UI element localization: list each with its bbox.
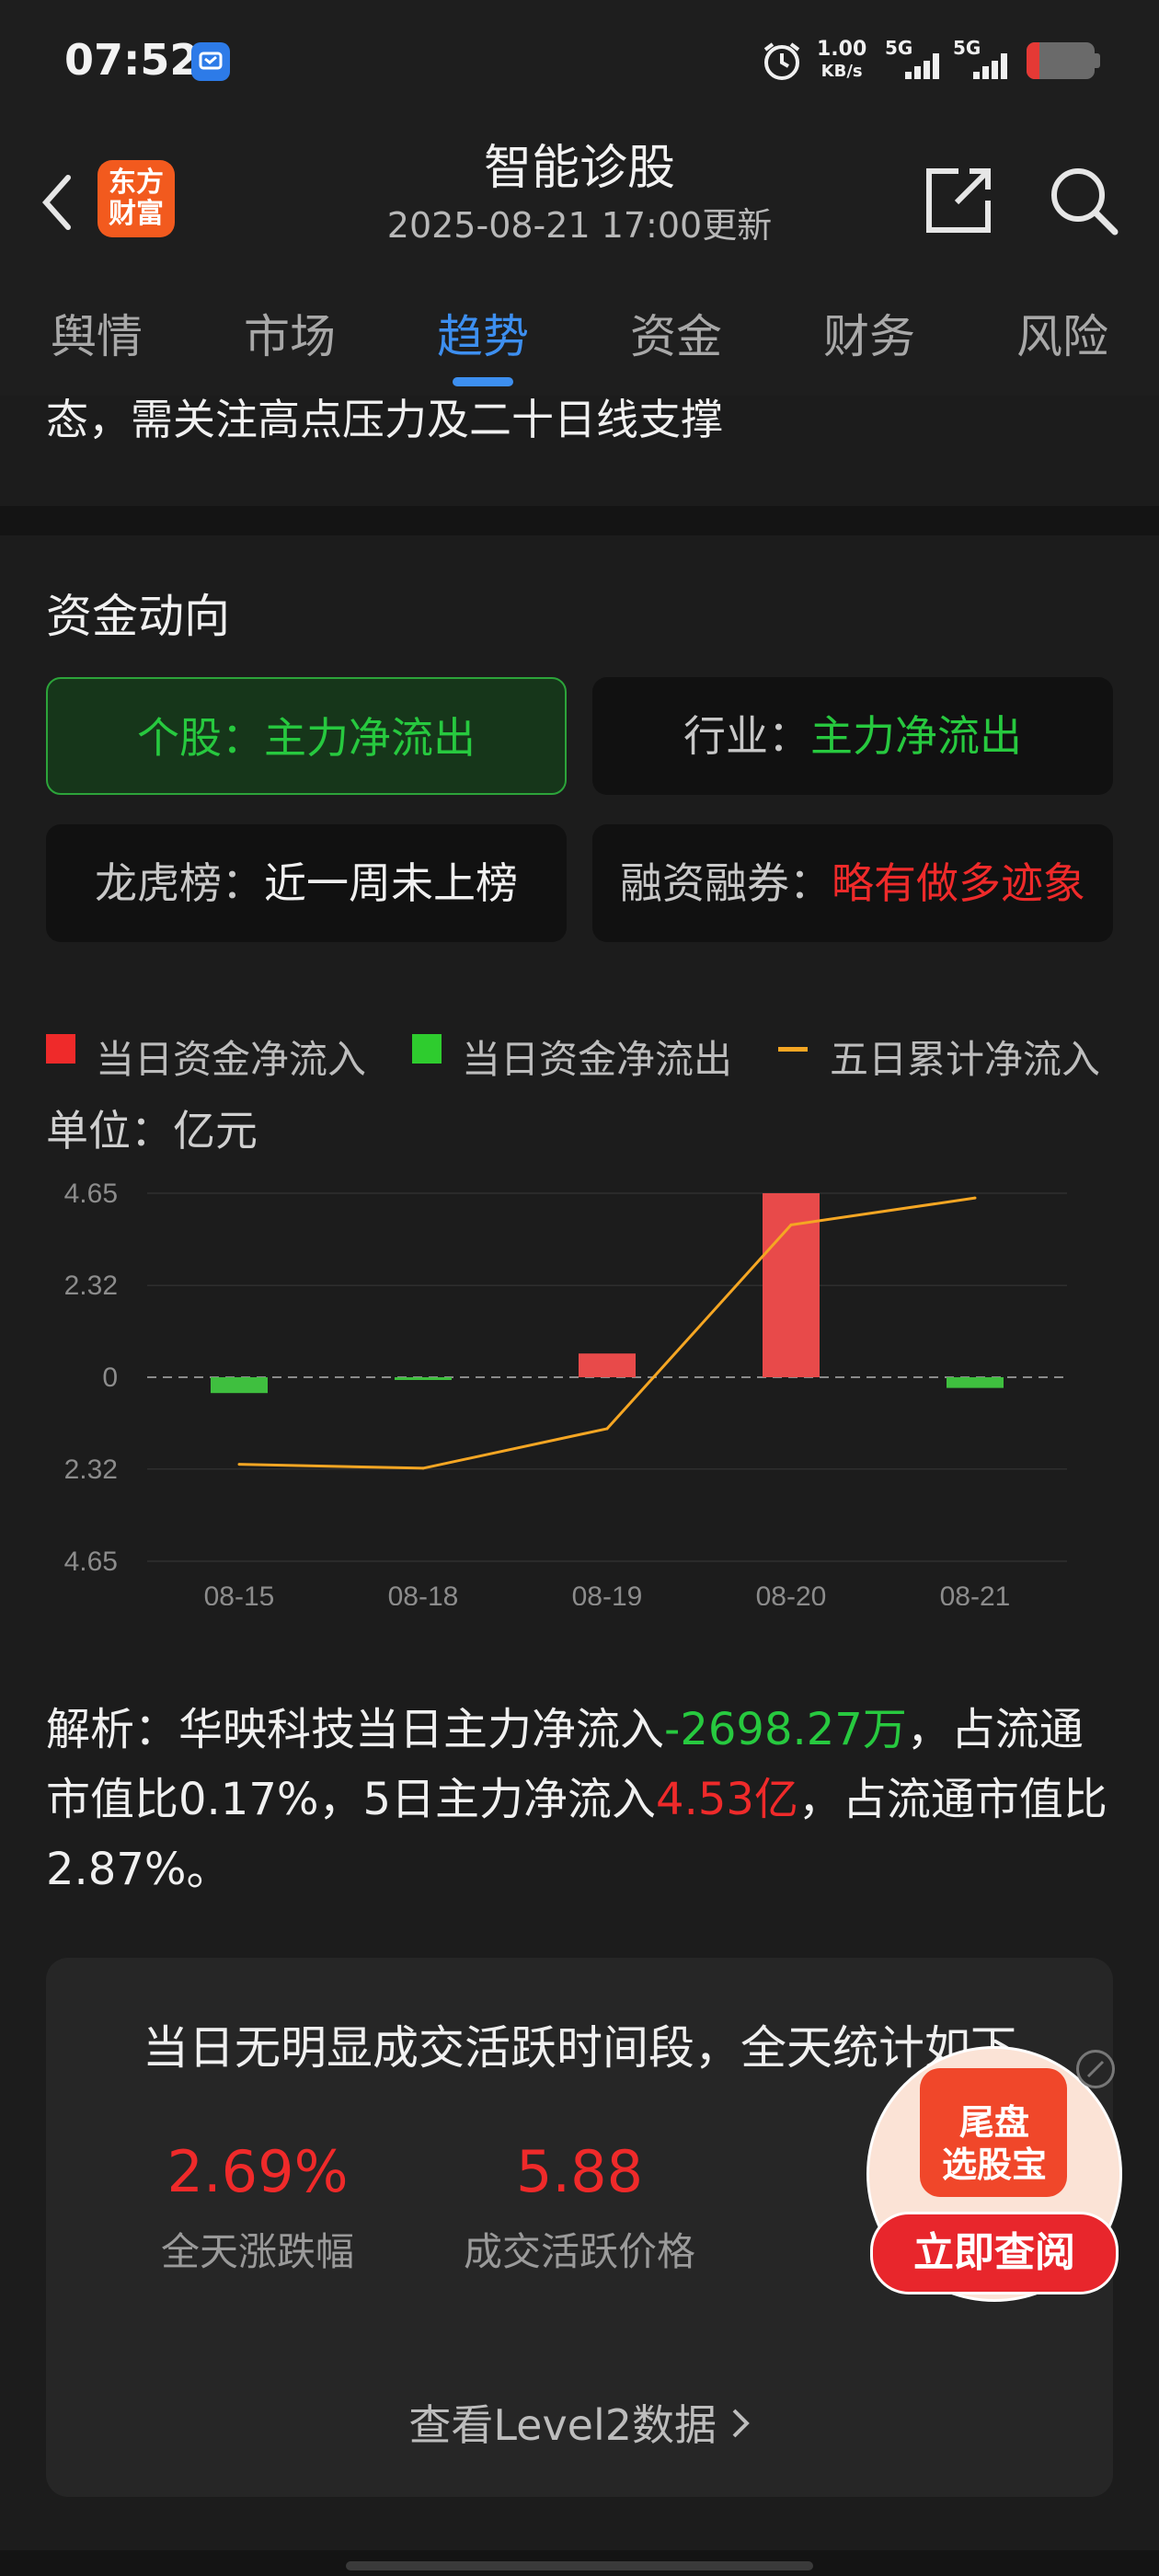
chevron-right-icon [730, 2400, 751, 2450]
promo-title-line: 尾盘 [958, 2102, 1029, 2143]
share-icon[interactable] [920, 162, 997, 243]
industry-flow-label: 行业： [683, 711, 810, 761]
status-time: 07:52 [64, 35, 200, 85]
analysis-prefix: 解析：华映科技当日主力净流入 [46, 1704, 665, 1755]
tab-risk[interactable]: 风险 [966, 300, 1159, 366]
margin-trading-label: 融资融券： [620, 858, 832, 908]
tab-trend[interactable]: 趋势 [386, 300, 580, 366]
tab-finance[interactable]: 财务 [773, 300, 966, 366]
bar-08-15 [211, 1377, 268, 1394]
analysis-five-day-value: 4.53亿 [656, 1774, 798, 1825]
legend-inflow-swatch [46, 1034, 75, 1064]
legend-outflow: 当日资金净流出 [462, 1037, 733, 1082]
x-tick-label: 08-21 [940, 1581, 1011, 1605]
logo-line: 东方 [109, 167, 164, 199]
app-logo: 东方 财富 [98, 160, 175, 237]
legend-inflow: 当日资金净流入 [96, 1037, 367, 1082]
net-speed-value: 1.00 [817, 38, 867, 61]
industry-flow-box[interactable]: 行业：主力净流出 [592, 677, 1113, 795]
dragon-tiger-value: 近一周未上榜 [264, 858, 518, 908]
dragon-tiger-box[interactable]: 龙虎榜：近一周未上榜 [46, 824, 567, 942]
cumulative-point [421, 1466, 425, 1470]
analysis-today-value: -2698.27万 [664, 1704, 907, 1755]
industry-flow-value: 主力净流出 [810, 711, 1022, 761]
page-subtitle: 2025-08-21 17:00更新 [386, 205, 773, 246]
stock-flow-value: 主力净流出 [264, 713, 476, 763]
level2-link[interactable]: 查看Level2数据 [46, 2392, 1113, 2453]
dragon-tiger-label: 龙虎榜： [95, 858, 264, 908]
promo-title: 尾盘 选股宝 [916, 2101, 1073, 2186]
trend-text: 态，需关注高点压力及二十日线支撑 [46, 395, 723, 444]
fund-flow-chart: 4.65 2.32 0 -2.32 -4.65 08-15 08-18 08-19 08-20 0… [64, 1179, 1067, 1605]
page-title: 智能诊股 [483, 141, 675, 196]
legend-cumulative-swatch [778, 1047, 808, 1052]
home-indicator [346, 2561, 813, 2570]
notification-app-icon [191, 42, 230, 81]
y-tick-label: -4.65 [64, 1547, 118, 1577]
section-title: 资金动向 [46, 590, 230, 643]
chevron-left-icon[interactable] [37, 170, 77, 238]
bar-08-19 [579, 1353, 636, 1377]
cumulative-point [605, 1427, 609, 1431]
margin-trading-value: 略有做多迹象 [832, 858, 1085, 908]
tab-funds[interactable]: 资金 [580, 300, 773, 366]
stat-value-price: 5.88 [515, 2138, 644, 2205]
level2-link-label: 查看Level2数据 [408, 2400, 717, 2450]
analysis-text: 解析：华映科技当日主力净流入-2698.27万，占流通市值比0.17%，5日主力… [46, 1695, 1122, 1904]
x-tick-label: 08-20 [756, 1581, 827, 1605]
legend-cumulative: 五日累计净流入 [830, 1037, 1101, 1082]
legend-outflow-swatch [412, 1034, 442, 1064]
network-speed: 1.00 KB/s [817, 39, 866, 83]
battery-tip [1095, 53, 1100, 68]
promo-button[interactable]: 立即查阅 [870, 2212, 1119, 2294]
tab-sentiment[interactable]: 舆情 [0, 300, 193, 366]
y-tick-label: 0 [102, 1363, 118, 1393]
bar-08-21 [947, 1377, 1004, 1388]
stat-label-price: 成交活跃价格 [463, 2229, 695, 2274]
logo-line: 财富 [109, 198, 164, 230]
x-tick-label: 08-18 [388, 1581, 459, 1605]
cumulative-point [973, 1196, 977, 1200]
tab-indicator [453, 377, 513, 386]
y-tick-label: -2.32 [64, 1455, 118, 1485]
unit-label: 单位：亿元 [46, 1106, 258, 1156]
tab-market[interactable]: 市场 [193, 300, 386, 366]
bar-08-18 [395, 1377, 452, 1380]
cumulative-point [237, 1463, 241, 1466]
close-icon[interactable] [1076, 2050, 1115, 2088]
stat-label-change: 全天涨跌幅 [160, 2229, 354, 2274]
stat-value-change: 2.69% [166, 2138, 349, 2205]
search-icon[interactable] [1045, 162, 1122, 243]
x-tick-label: 08-15 [204, 1581, 275, 1605]
net-speed-unit: KB/s [820, 62, 863, 81]
stock-flow-label: 个股： [137, 713, 264, 763]
y-tick-label: 2.32 [64, 1271, 118, 1301]
promo-title-line: 选股宝 [941, 2145, 1047, 2185]
x-tick-label: 08-19 [572, 1581, 643, 1605]
margin-trading-box[interactable]: 融资融券：略有做多迹象 [592, 824, 1113, 942]
y-tick-label: 4.65 [64, 1179, 118, 1209]
battery-level [1027, 42, 1039, 79]
stock-flow-box[interactable]: 个股：主力净流出 [46, 677, 567, 795]
alarm-icon [760, 39, 804, 86]
cumulative-point [789, 1223, 793, 1226]
